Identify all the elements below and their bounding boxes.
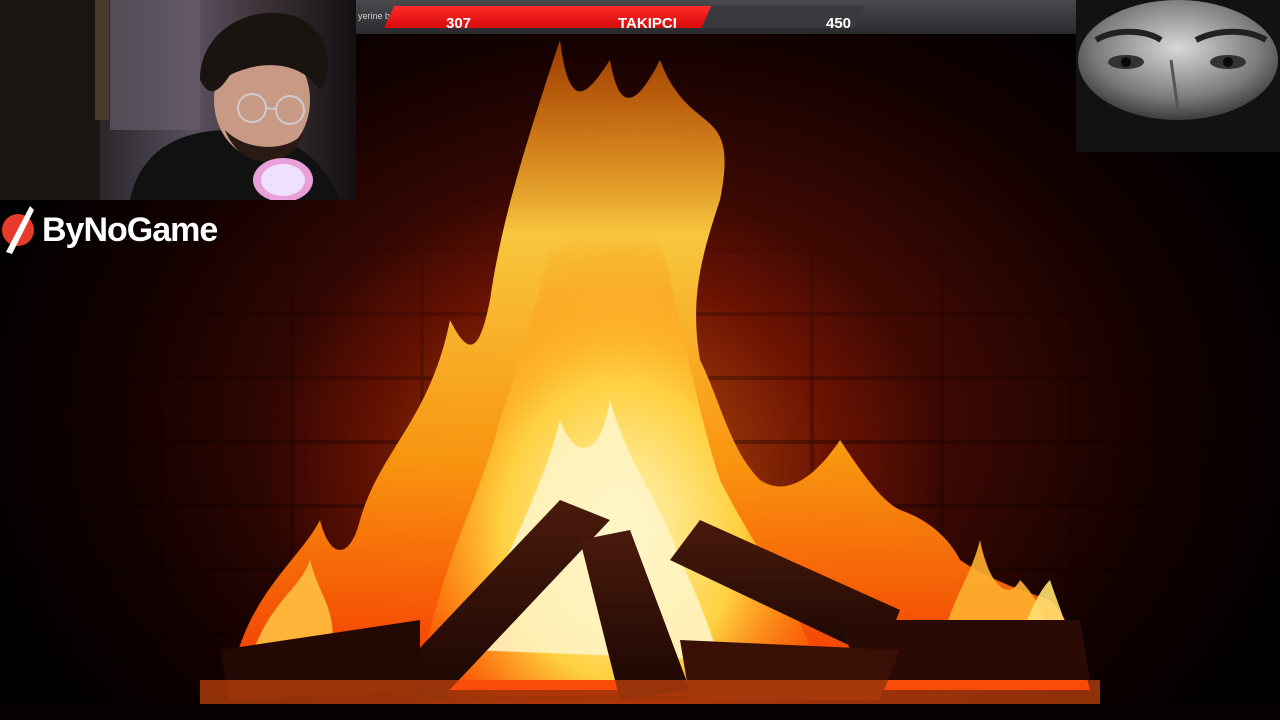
goal-target-count: 450: [826, 15, 852, 32]
brand-name: ByNoGame: [42, 210, 218, 249]
brand-logo: ByNoGame: [0, 202, 260, 258]
goal-progress-track: 307 TAKIPÇI 450: [384, 6, 864, 28]
streamer-webcam: [0, 0, 356, 200]
eyes-closeup-image: [1076, 0, 1280, 152]
goal-label: TAKIPÇI: [618, 15, 677, 32]
streamer-figure: [0, 0, 340, 200]
bynogame-logo-icon: [2, 206, 34, 254]
follower-goal-bar: yerine bu 307 TAKIPÇI 450: [356, 0, 1076, 34]
goal-current-count: 307: [446, 15, 472, 32]
eyes-graphic: [1076, 0, 1280, 152]
stream-view: ByNoGame yerine bu 307 TAKIPÇI 450: [0, 0, 1280, 720]
